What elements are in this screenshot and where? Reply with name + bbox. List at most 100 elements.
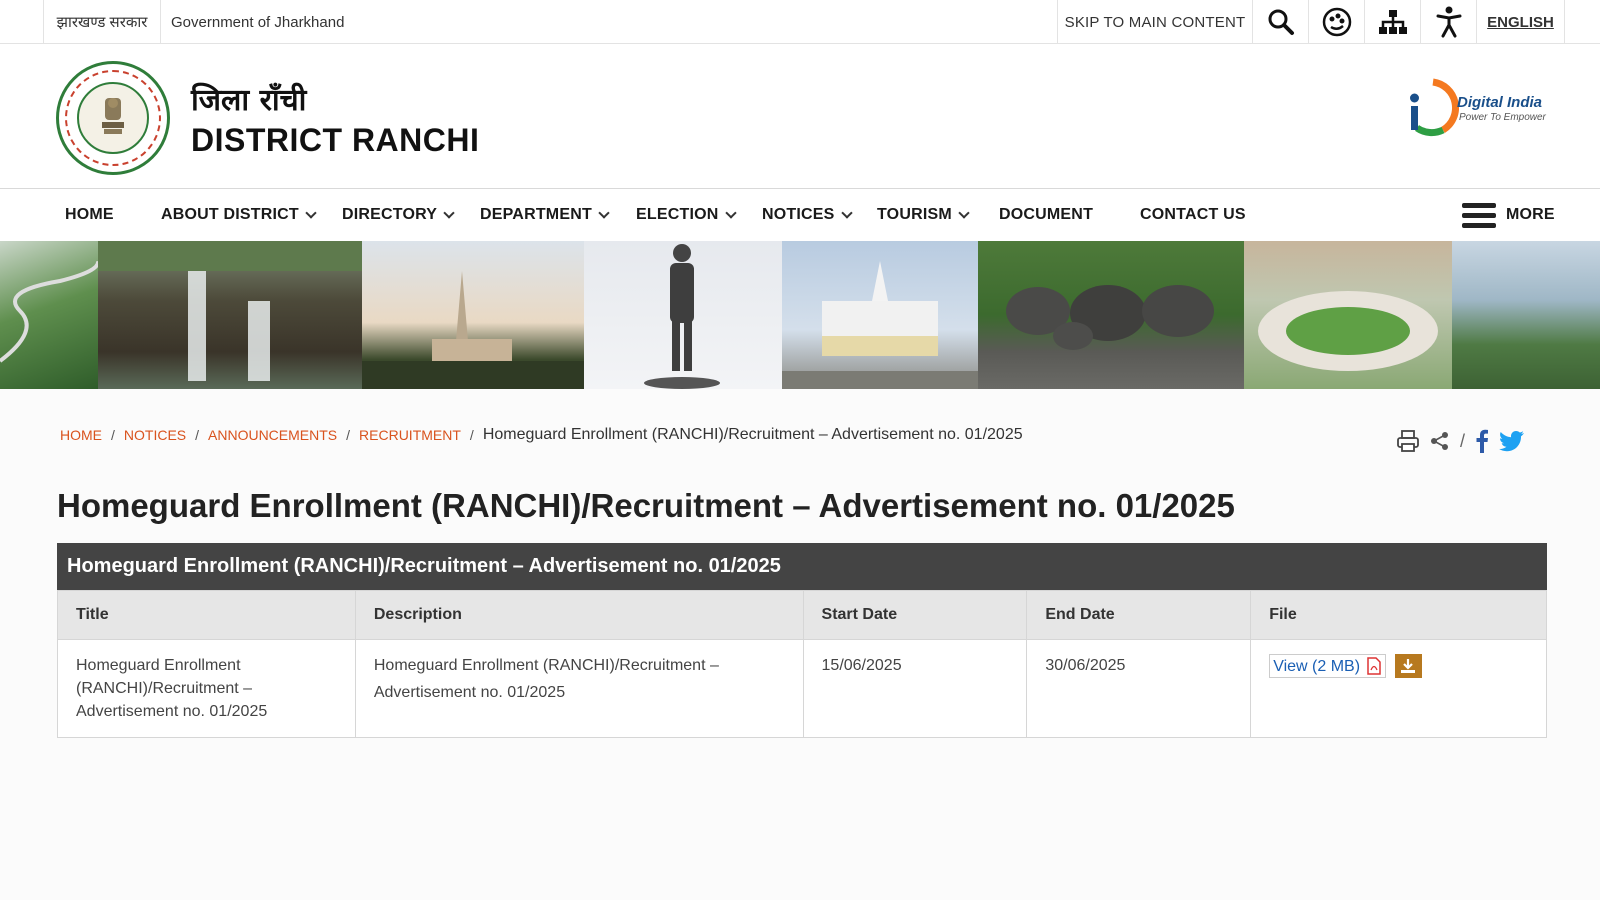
cell-end-date: 30/06/2025: [1026, 639, 1252, 738]
table-caption: Homeguard Enrollment (RANCHI)/Recruitmen…: [57, 543, 1547, 590]
banner-image-church: [362, 241, 584, 389]
nav-directory-label: DIRECTORY: [342, 206, 438, 223]
digital-india-mark-icon: [1410, 78, 1459, 137]
nav-contact-us-label: CONTACT US: [1140, 206, 1246, 223]
nav-document-label: DOCUMENT: [999, 206, 1094, 223]
banner-image-strip: [0, 241, 1600, 389]
banner-image-temple: [782, 241, 978, 389]
pdf-icon: [1367, 657, 1381, 675]
col-header-end-date: End Date: [1026, 590, 1252, 640]
state-gov-hindi-link[interactable]: झारखण्ड सरकार: [43, 0, 161, 44]
nav-more-button[interactable]: MORE: [1462, 189, 1555, 241]
col-header-file: File: [1250, 590, 1547, 640]
notice-table-container: Homeguard Enrollment (RANCHI)/Recruitmen…: [57, 543, 1547, 738]
col-header-description: Description: [354, 590, 804, 640]
twitter-icon[interactable]: [1499, 430, 1525, 452]
breadcrumb-separator: /: [469, 427, 474, 443]
nav-directory[interactable]: DIRECTORY: [342, 189, 455, 241]
col-header-start-date: Start Date: [802, 590, 1028, 640]
download-icon: [1401, 659, 1415, 674]
table-row: Homeguard Enrollment (RANCHI)/Recruitmen…: [57, 639, 1547, 738]
nav-home-label: HOME: [65, 206, 114, 223]
breadcrumb-separator: /: [346, 427, 351, 443]
breadcrumb-announcements-link[interactable]: ANNOUNCEMENTS: [208, 427, 337, 443]
banner-image-stadium: [1244, 241, 1452, 389]
facebook-icon[interactable]: [1475, 429, 1489, 453]
skip-to-main-content-link[interactable]: SKIP TO MAIN CONTENT: [1057, 0, 1253, 44]
nav-document[interactable]: DOCUMENT: [999, 189, 1093, 241]
state-gov-link[interactable]: Government of Jharkhand: [161, 0, 361, 44]
cell-start-date: 15/06/2025: [802, 639, 1028, 738]
chevron-down-icon: [958, 206, 970, 219]
elephants-graphic: [1006, 285, 1214, 350]
digital-india-text: Digital India: [1457, 94, 1543, 111]
chevron-down-icon: [840, 206, 853, 219]
chevron-down-icon: [724, 206, 737, 219]
notice-table: Title Description Start Date End Date Fi…: [57, 590, 1547, 738]
breadcrumb-separator: /: [111, 427, 115, 443]
nav-about-district-label: ABOUT DISTRICT: [161, 206, 299, 223]
page-title: Homeguard Enrollment (RANCHI)/Recruitmen…: [57, 487, 1235, 524]
cell-file: View (2 MB): [1250, 639, 1547, 738]
nav-department[interactable]: DEPARTMENT: [480, 189, 610, 241]
nav-notices-label: NOTICES: [762, 206, 835, 223]
banner-image-lake: [1452, 241, 1600, 389]
breadcrumb: HOME / NOTICES / ANNOUNCEMENTS / RECRUIT…: [60, 426, 1023, 444]
banner-image-ghat-road: [0, 241, 98, 389]
waterfall-graphic: [98, 241, 362, 381]
share-separator: /: [1460, 430, 1466, 451]
site-title[interactable]: DISTRICT RANCHI: [191, 122, 479, 159]
church-spire-graphic: [362, 271, 584, 389]
sitemap-button[interactable]: [1365, 0, 1421, 44]
cell-title: Homeguard Enrollment (RANCHI)/Recruitmen…: [57, 639, 356, 738]
banner-image-waterfall: [98, 241, 362, 389]
chevron-down-icon: [443, 206, 455, 219]
breadcrumb-current-page: Homeguard Enrollment (RANCHI)/Recruitmen…: [482, 426, 1023, 443]
statue-graphic: [644, 244, 720, 389]
top-utility-bar: झारखण्ड सरकार Government of Jharkhand SK…: [0, 0, 1600, 44]
ashoka-lions-icon: [102, 98, 124, 134]
nav-tourism-label: TOURISM: [877, 206, 952, 223]
nav-more-label: MORE: [1506, 206, 1555, 223]
nav-election[interactable]: ELECTION: [636, 189, 737, 241]
temple-graphic: [782, 261, 978, 389]
language-toggle[interactable]: ENGLISH: [1477, 0, 1565, 44]
chevron-down-icon: [305, 206, 317, 219]
table-header-row: Title Description Start Date End Date Fi…: [57, 590, 1547, 640]
jharkhand-emblem-logo[interactable]: [56, 61, 170, 175]
hamburger-menu-icon: [1462, 203, 1496, 228]
banner-image-statue: [584, 241, 782, 389]
print-icon[interactable]: [1396, 429, 1420, 453]
col-header-title: Title: [57, 590, 356, 640]
digital-india-tagline: Power To Empower: [1459, 112, 1546, 123]
chevron-down-icon: [598, 206, 610, 219]
accessibility-button[interactable]: [1421, 0, 1477, 44]
nav-contact-us[interactable]: CONTACT US: [1140, 189, 1246, 241]
share-icon[interactable]: [1430, 431, 1450, 451]
main-navigation: HOME ABOUT DISTRICT DIRECTORY DEPARTMENT…: [0, 189, 1600, 241]
nav-election-label: ELECTION: [636, 206, 719, 223]
breadcrumb-notices-link[interactable]: NOTICES: [124, 427, 186, 443]
search-button[interactable]: [1253, 0, 1309, 44]
nav-home[interactable]: HOME: [65, 189, 114, 241]
accessibility-icon: [1436, 6, 1461, 38]
cell-description: Homeguard Enrollment (RANCHI)/Recruitmen…: [354, 639, 804, 738]
site-title-hindi: जिला राँची: [191, 83, 307, 118]
breadcrumb-recruitment-link[interactable]: RECRUITMENT: [359, 427, 461, 443]
stadium-graphic: [1258, 291, 1438, 371]
breadcrumb-home-link[interactable]: HOME: [60, 427, 102, 443]
sitemap-icon: [1378, 10, 1407, 34]
nav-tourism[interactable]: TOURISM: [877, 189, 970, 241]
digital-india-logo[interactable]: Digital India Power To Empower: [1403, 76, 1563, 142]
breadcrumb-separator: /: [195, 427, 200, 443]
download-button[interactable]: [1394, 654, 1422, 679]
nav-notices[interactable]: NOTICES: [762, 189, 853, 241]
search-icon: [1268, 9, 1294, 35]
view-file-link[interactable]: View (2 MB): [1269, 654, 1387, 678]
sign-language-button[interactable]: [1309, 0, 1365, 44]
view-file-label: View (2 MB): [1273, 657, 1361, 675]
winding-road-graphic: [0, 260, 98, 363]
nav-about-district[interactable]: ABOUT DISTRICT: [161, 189, 317, 241]
site-header: जिला राँची DISTRICT RANCHI Digital India…: [0, 44, 1600, 189]
banner-image-elephants: [978, 241, 1244, 389]
